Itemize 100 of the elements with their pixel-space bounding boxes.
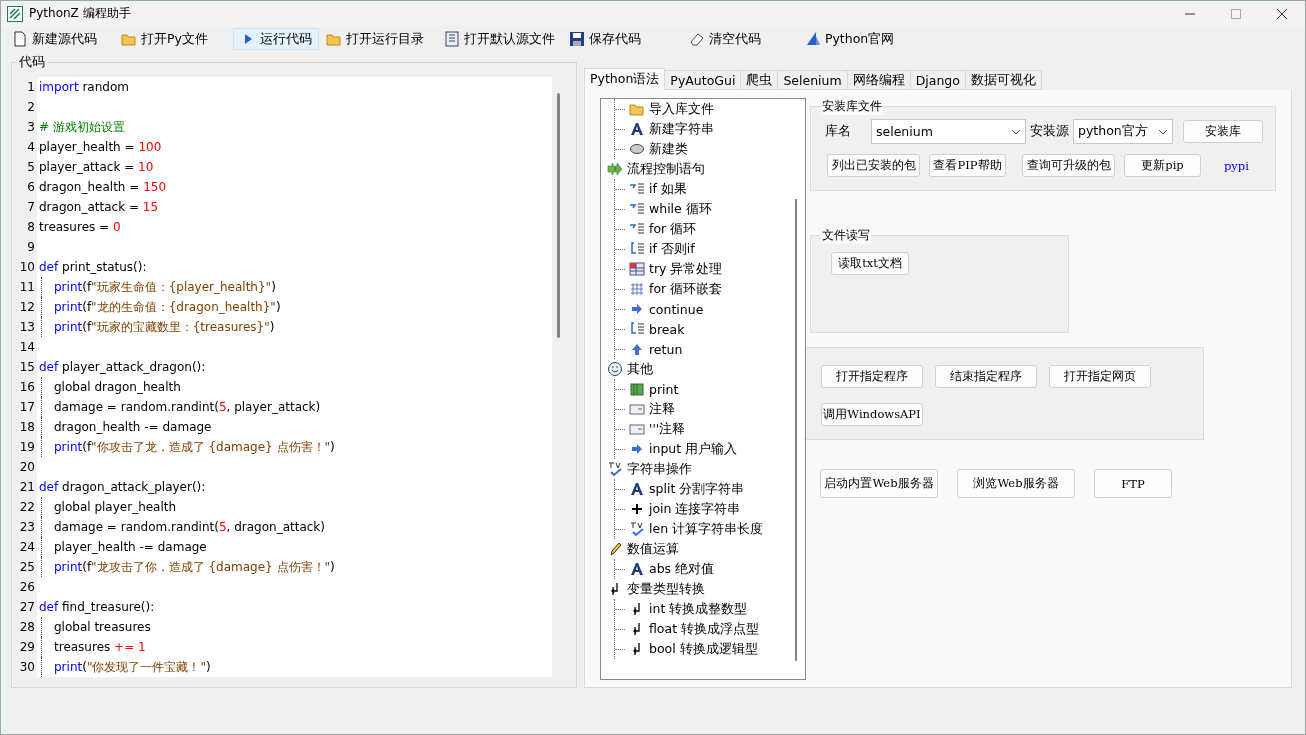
line-number: 26 bbox=[12, 577, 37, 597]
line-number: 4 bbox=[12, 137, 37, 157]
action-button[interactable]: 打开指定程序 bbox=[821, 365, 923, 388]
action-button[interactable]: 查看PIP帮助 bbox=[929, 154, 1006, 177]
tree-item[interactable]: 新建类 bbox=[615, 139, 805, 159]
tree-item[interactable]: 导入库文件 bbox=[615, 99, 805, 119]
tree-item[interactable]: len 计算字符串长度 bbox=[615, 519, 805, 539]
pypi-link[interactable]: pypi bbox=[1224, 158, 1249, 173]
toolbar-button[interactable]: 打开运行目录 bbox=[318, 28, 431, 50]
tab[interactable]: 爬虫 bbox=[740, 70, 779, 90]
tab[interactable]: 数据可视化 bbox=[964, 70, 1042, 90]
code-line: # 游戏初始设置 bbox=[39, 119, 125, 136]
action-button[interactable]: 调用WindowsAPI bbox=[821, 403, 923, 426]
toolbar-button[interactable]: 打开默认源文件 bbox=[436, 28, 562, 50]
code-line: treasures += 1 bbox=[41, 637, 146, 657]
tree-item[interactable]: float 转换成浮点型 bbox=[615, 619, 805, 639]
tree-item[interactable]: for 循环 bbox=[615, 219, 805, 239]
line-number: 11 bbox=[12, 277, 37, 297]
action-button[interactable]: 启动内置Web服务器 bbox=[820, 469, 938, 498]
install-button[interactable]: 安装库 bbox=[1183, 120, 1263, 143]
grid-icon bbox=[629, 281, 645, 297]
line-number: 30 bbox=[12, 657, 37, 677]
text-check-icon bbox=[607, 461, 623, 477]
line-number: 15 bbox=[12, 357, 37, 377]
tree-item[interactable]: join 连接字符串 bbox=[615, 499, 805, 519]
tree-item[interactable]: break bbox=[615, 319, 805, 339]
line-number: 8 bbox=[12, 217, 37, 237]
action-button[interactable]: 结束指定程序 bbox=[935, 365, 1037, 388]
library-select[interactable]: selenium bbox=[871, 119, 1026, 144]
code-line: import random bbox=[39, 79, 129, 96]
code-line: def print_status(): bbox=[39, 259, 147, 276]
tree-item[interactable]: split 分割字符串 bbox=[615, 479, 805, 499]
action-button[interactable]: 更新pip bbox=[1124, 154, 1201, 177]
action-button[interactable]: 查询可升级的包 bbox=[1022, 154, 1115, 177]
tree-item[interactable]: retun bbox=[615, 339, 805, 359]
code-line: def find_treasure(): bbox=[39, 599, 155, 616]
scrollbar[interactable] bbox=[557, 93, 560, 338]
envelope-icon bbox=[629, 421, 645, 437]
tree-item[interactable]: bool 转换成逻辑型 bbox=[615, 639, 805, 659]
code-line: print(f"你攻击了龙，造成了 {damage} 点伤害！") bbox=[41, 437, 335, 457]
tree-item[interactable]: '''注释 bbox=[615, 419, 805, 439]
group-title: 安装库文件 bbox=[821, 98, 883, 115]
toolbar-button[interactable]: Python官网 bbox=[797, 28, 902, 50]
text-check-icon bbox=[629, 521, 645, 537]
source-select[interactable]: python官方 bbox=[1073, 119, 1173, 144]
book-icon bbox=[629, 381, 645, 397]
tree-item[interactable]: if 否则if bbox=[615, 239, 805, 259]
tab[interactable]: PyAutoGui bbox=[664, 70, 742, 90]
toolbar-button[interactable]: 保存代码 bbox=[561, 28, 648, 50]
action-button[interactable]: FTP bbox=[1094, 469, 1172, 498]
tree-item[interactable]: 流程控制语句 bbox=[607, 159, 805, 179]
line-number: 10 bbox=[12, 257, 37, 277]
action-button[interactable]: 浏览Web服务器 bbox=[957, 469, 1075, 498]
field-label: 安装源 bbox=[1030, 123, 1069, 140]
code-line: print(f"龙攻击了你，造成了 {damage} 点伤害！") bbox=[41, 557, 335, 577]
tree-item[interactable]: abs 绝对值 bbox=[615, 559, 805, 579]
action-button[interactable]: 打开指定网页 bbox=[1049, 365, 1151, 388]
action-button[interactable]: 列出已安装的包 bbox=[827, 154, 920, 177]
tree-item[interactable]: 注释 bbox=[615, 399, 805, 419]
tree-item[interactable]: input 用户输入 bbox=[615, 439, 805, 459]
tree-item[interactable]: 数值运算 bbox=[607, 539, 805, 559]
tree-item[interactable]: 其他 bbox=[607, 359, 805, 379]
tree-item[interactable]: try 异常处理 bbox=[615, 259, 805, 279]
line-number: 25 bbox=[12, 557, 37, 577]
line-number: 14 bbox=[12, 337, 37, 357]
tree-item[interactable]: for 循环嵌套 bbox=[615, 279, 805, 299]
group-title: 文件读写 bbox=[821, 227, 871, 244]
toolbar-button[interactable]: 新建源代码 bbox=[5, 28, 104, 50]
plus-icon bbox=[629, 501, 645, 517]
line-number: 21 bbox=[12, 477, 37, 497]
envelope-icon bbox=[629, 401, 645, 417]
tree-item[interactable]: continue bbox=[615, 299, 805, 319]
smiley-icon bbox=[607, 361, 623, 377]
line-number: 17 bbox=[12, 397, 37, 417]
tree-item[interactable]: 变量类型转换 bbox=[607, 579, 805, 599]
code-line: damage = random.randint(5, player_attack) bbox=[41, 397, 321, 417]
tree-item[interactable]: 字符串操作 bbox=[607, 459, 805, 479]
tree-item[interactable]: while 循环 bbox=[615, 199, 805, 219]
toolbar-button[interactable]: 打开Py文件 bbox=[114, 28, 215, 50]
close-icon bbox=[1277, 8, 1287, 19]
line-number: 27 bbox=[12, 597, 37, 617]
toolbar-button[interactable]: 清空代码 bbox=[681, 28, 768, 50]
tab[interactable]: Django bbox=[909, 70, 966, 90]
code-line: print(f"玩家生命值：{player_health}") bbox=[41, 277, 276, 297]
tree-item[interactable]: print bbox=[615, 379, 805, 399]
tab[interactable]: 网络编程 bbox=[846, 70, 911, 90]
chevron-down-icon bbox=[1011, 128, 1021, 135]
line-number: 20 bbox=[12, 457, 37, 477]
window-title: PythonZ 编程助手 bbox=[29, 5, 131, 22]
line-number: 19 bbox=[12, 437, 37, 457]
code-line: global treasures bbox=[41, 617, 151, 637]
tree-item[interactable]: if 如果 bbox=[615, 179, 805, 199]
tab[interactable]: Python语法 bbox=[584, 68, 666, 90]
scrollbar[interactable] bbox=[795, 199, 797, 661]
syntax-tree[interactable] bbox=[600, 98, 806, 680]
toolbar-button[interactable]: 运行代码 bbox=[232, 28, 319, 50]
action-button[interactable]: 读取txt文档 bbox=[831, 252, 909, 275]
tree-item[interactable]: 新建字符串 bbox=[615, 119, 805, 139]
tab[interactable]: Selenium bbox=[777, 70, 848, 90]
tree-item[interactable]: int 转换成整数型 bbox=[615, 599, 805, 619]
